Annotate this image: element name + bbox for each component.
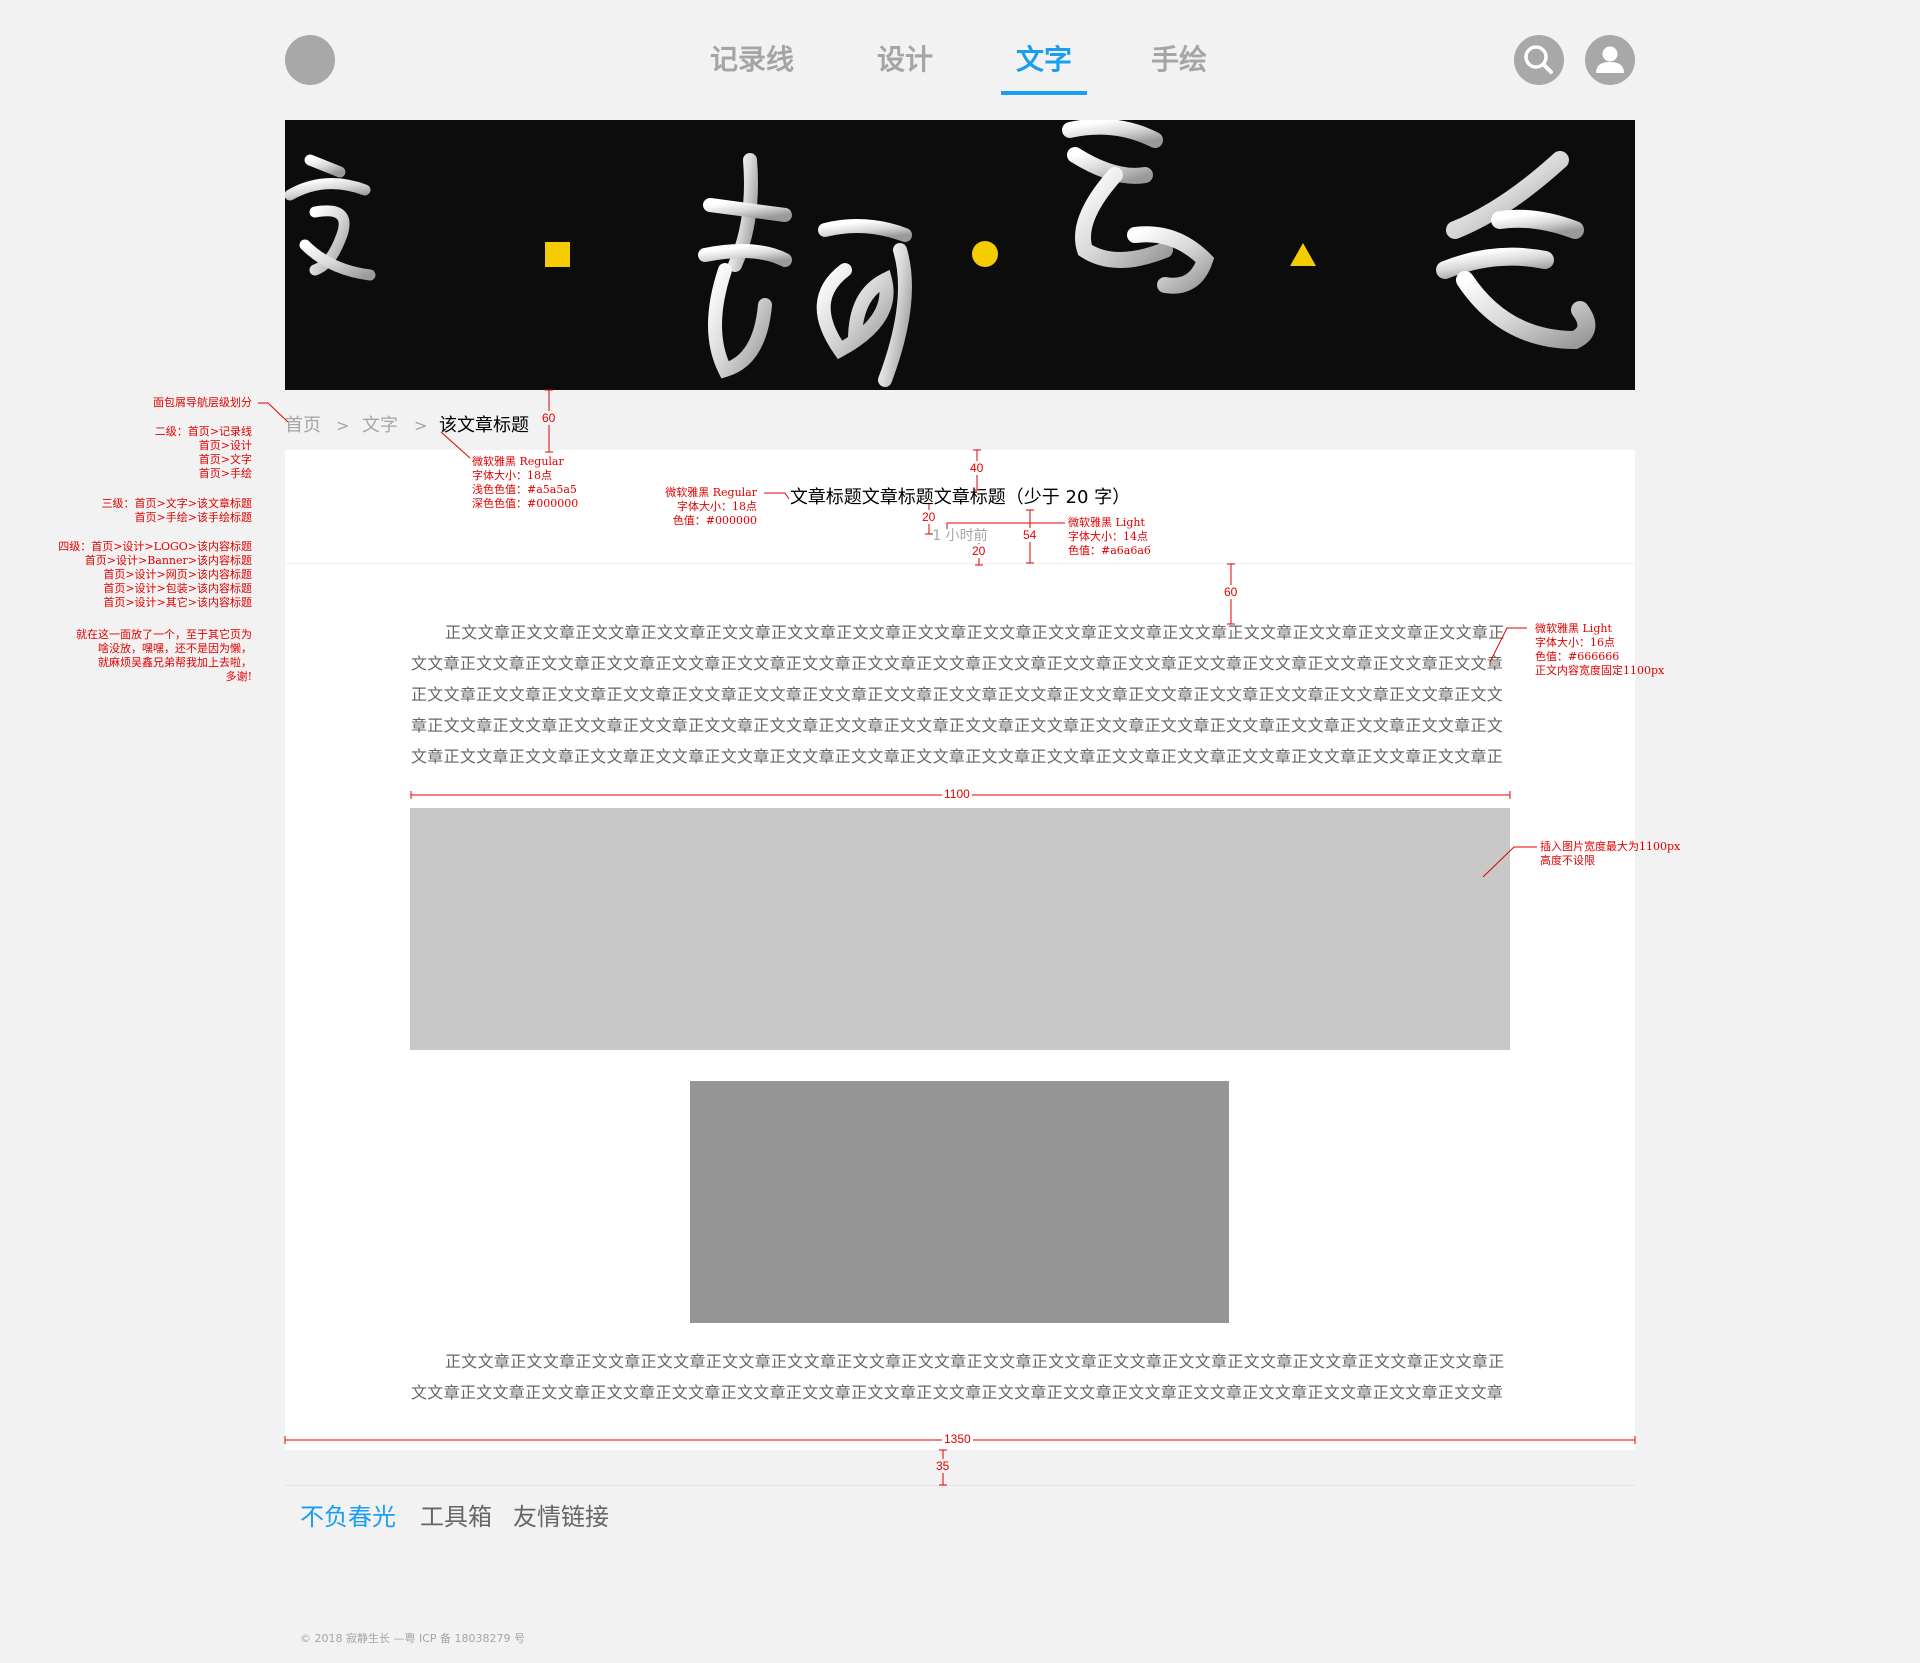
dim-content-width: 1100 (942, 787, 972, 801)
footer-link-spring[interactable]: 不负春光 (300, 1500, 396, 1534)
footer-divider (285, 1485, 1635, 1486)
annotation-breadcrumb-font: 微软雅黑 Regular 字体大小：18点 浅色色值：#a5a5a5 深色色值：… (472, 455, 579, 510)
dim-card-width: 1350 (942, 1432, 973, 1446)
user-icon (1596, 46, 1624, 73)
banner-char-sheng (1062, 120, 1215, 294)
dim-body-top: 60 (1222, 585, 1240, 599)
dim-title-time-gap: 20 (920, 510, 938, 524)
annotation-image-note: 插入图片宽度最大为1100px 高度不设限 (1540, 840, 1681, 867)
dim-crumb-gap: 60 (540, 411, 558, 425)
site-logo[interactable] (285, 35, 335, 85)
banner-char-zi (285, 154, 376, 281)
user-button[interactable] (1585, 35, 1635, 85)
breadcrumb-separator: > (336, 416, 350, 435)
annotation-title-font: 微软雅黑 Regular 字体大小：18点 色值：#000000 (665, 486, 757, 527)
title-divider (285, 563, 1635, 564)
copyright: © 2018 寂静生长 —粤 ICP 备 18038279 号 (300, 1632, 526, 1645)
dim-footer-gap: 35 (934, 1459, 952, 1473)
banner-char-zhang (1436, 151, 1596, 350)
banner-char-jing (698, 153, 912, 387)
annotation-time-font: 微软雅黑 Light 字体大小：14点 色值：#a6a6a6 (1068, 516, 1151, 557)
annotation-level2: 二级：首页>记录线 首页>设计 首页>文字 首页>手绘 (154, 425, 252, 480)
article-paragraph: 正文文章正文文章正文文章正文文章正文文章正文文章正文文章正文文章正文文章正文文章… (411, 623, 1505, 766)
nav-item-wenzi[interactable]: 文字 (1016, 40, 1072, 80)
banner-yellow-triangle (1290, 243, 1316, 266)
breadcrumb-separator: > (414, 416, 428, 435)
breadcrumb-current: 该文章标题 (439, 415, 529, 436)
nav-item-shouhui[interactable]: 手绘 (1151, 40, 1207, 80)
article-time: 1 小时前 (932, 528, 988, 544)
breadcrumb-home[interactable]: 首页 (285, 414, 321, 438)
article-title: 文章标题文章标题文章标题（少于 20 字） (789, 487, 1131, 508)
annotation-body-font: 微软雅黑 Light 字体大小：16点 色值：#666666 正文内容宽度固定1… (1535, 622, 1665, 677)
banner (285, 120, 1635, 390)
footer-link-friends[interactable]: 友情链接 (513, 1500, 609, 1534)
annotation-note: 就在这一面放了一个，至于其它页为 啥没放，嘿嘿，还不是因为懒， 就麻烦吴鑫兄弟帮… (76, 628, 252, 683)
footer-link-tools[interactable]: 工具箱 (420, 1500, 492, 1534)
nav-item-sheji[interactable]: 设计 (877, 40, 933, 80)
annotation-level4: 四级：首页>设计>LOGO>该内容标题 首页>设计>Banner>该内容标题 首… (58, 540, 252, 609)
article-paragraph: 正文文章正文文章正文文章正文文章正文文章正文文章正文文章正文文章正文文章正文文章… (411, 1352, 1505, 1402)
breadcrumb-category[interactable]: 文字 (362, 414, 398, 438)
article-image-small (690, 1081, 1229, 1323)
nav-active-indicator (1001, 91, 1087, 95)
search-icon (1524, 45, 1553, 74)
banner-yellow-circle (972, 241, 998, 267)
annotation-breadcrumb-title: 面包屑导航层级划分 (153, 396, 252, 409)
dim-time-bottom: 20 (970, 544, 988, 558)
article-image-wide (410, 808, 1510, 1050)
nav-item-jilu[interactable]: 记录线 (710, 40, 794, 80)
dim-header-height: 54 (1021, 528, 1039, 542)
banner-yellow-square (545, 242, 570, 267)
search-button[interactable] (1514, 35, 1564, 85)
annotation-level3: 三级：首页>文字>该文章标题 首页>手绘>该手绘标题 (101, 497, 252, 524)
dim-title-top: 40 (968, 461, 986, 475)
